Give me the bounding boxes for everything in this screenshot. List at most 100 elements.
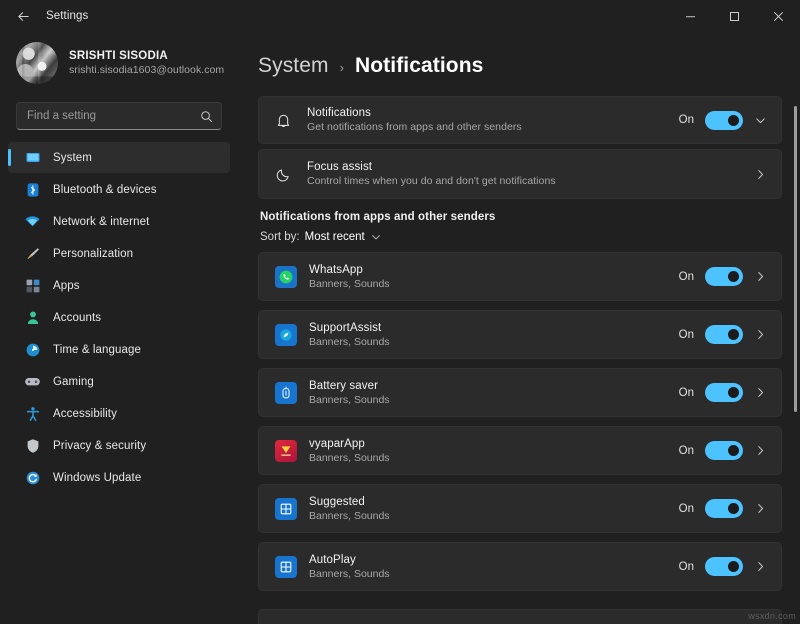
windows-tile-icon	[275, 498, 297, 520]
close-button[interactable]	[756, 0, 800, 32]
shield-icon	[24, 437, 41, 454]
whatsapp-icon	[275, 266, 297, 288]
account-email: srishti.sisodia1603@outlook.com	[69, 64, 224, 76]
list-item[interactable]: Battery saver Banners, Sounds On	[258, 368, 782, 417]
breadcrumb: System › Notifications	[258, 48, 782, 96]
account-text: SRISHTI SISODIA srishti.sisodia1603@outl…	[69, 50, 224, 76]
list-item-text: AutoPlay Banners, Sounds	[297, 554, 679, 580]
app-toggle[interactable]	[705, 383, 743, 402]
sidebar-item-label: Apps	[53, 280, 80, 292]
sidebar-item-apps[interactable]: Apps	[8, 270, 230, 301]
sidebar-item-accounts[interactable]: Accounts	[8, 302, 230, 333]
sidebar-item-label: Network & internet	[53, 216, 149, 228]
app-toggle[interactable]	[705, 557, 743, 576]
watermark: wsxdn.com	[748, 611, 796, 621]
focus-assist-card-text: Focus assist Control times when you do a…	[303, 161, 754, 187]
sidebar-item-bluetooth-devices[interactable]: Bluetooth & devices	[8, 174, 230, 205]
focus-assist-card[interactable]: Focus assist Control times when you do a…	[258, 149, 782, 199]
status-badge: On	[679, 387, 694, 399]
list-item-text: SupportAssist Banners, Sounds	[297, 322, 679, 348]
app-subtitle: Banners, Sounds	[309, 336, 679, 348]
chevron-right-icon[interactable]	[754, 502, 767, 515]
chevron-right-icon[interactable]	[754, 560, 767, 573]
vertical-scrollbar[interactable]	[794, 106, 797, 412]
minimize-button[interactable]	[668, 0, 712, 32]
sidebar: SRISHTI SISODIA srishti.sisodia1603@outl…	[0, 32, 238, 624]
sidebar-item-label: System	[53, 152, 92, 164]
card-subtitle: Get notifications from apps and other se…	[307, 121, 679, 133]
chevron-down-icon[interactable]	[370, 231, 382, 243]
notifications-toggle[interactable]	[705, 111, 743, 130]
list-item[interactable]: WhatsApp Banners, Sounds On	[258, 252, 782, 301]
app-notification-list: WhatsApp Banners, Sounds On	[258, 252, 782, 624]
maximize-icon	[729, 11, 740, 22]
sidebar-item-label: Accessibility	[53, 408, 117, 420]
list-item[interactable]: vyaparApp Banners, Sounds On	[258, 426, 782, 475]
app-name: AutoPlay	[309, 554, 679, 566]
app-subtitle: Banners, Sounds	[309, 278, 679, 290]
chevron-right-icon[interactable]	[754, 444, 767, 457]
chevron-right-icon[interactable]	[754, 328, 767, 341]
app-toggle[interactable]	[705, 325, 743, 344]
back-button[interactable]	[6, 0, 40, 32]
list-item-controls: On	[679, 557, 767, 576]
sidebar-item-label: Time & language	[53, 344, 141, 356]
page-title: Notifications	[355, 54, 483, 78]
sidebar-item-privacy-security[interactable]: Privacy & security	[8, 430, 230, 461]
app-toggle[interactable]	[705, 499, 743, 518]
sidebar-item-system[interactable]: System	[8, 142, 230, 173]
notifications-card[interactable]: Notifications Get notifications from app…	[258, 96, 782, 144]
clock-icon	[24, 341, 41, 358]
list-item-controls: On	[679, 383, 767, 402]
search-icon[interactable]	[200, 110, 213, 123]
list-item[interactable]: Suggested Banners, Sounds On	[258, 484, 782, 533]
account-section[interactable]: SRISHTI SISODIA srishti.sisodia1603@outl…	[0, 32, 238, 98]
chevron-down-icon[interactable]	[754, 114, 767, 127]
maximize-button[interactable]	[712, 0, 756, 32]
close-icon	[773, 11, 784, 22]
status-badge: On	[679, 503, 694, 515]
notifications-card-text: Notifications Get notifications from app…	[303, 107, 679, 133]
notifications-card-controls: On	[679, 111, 767, 130]
sidebar-item-label: Gaming	[53, 376, 94, 388]
windows-tile-icon	[275, 556, 297, 578]
list-item[interactable]: SupportAssist Banners, Sounds On	[258, 310, 782, 359]
chevron-right-icon[interactable]	[754, 168, 767, 181]
status-badge: On	[679, 114, 694, 126]
gamepad-icon	[24, 373, 41, 390]
search-box[interactable]	[16, 102, 222, 130]
app-name: vyaparApp	[309, 438, 679, 450]
list-item-text: vyaparApp Banners, Sounds	[297, 438, 679, 464]
title-bar: Settings	[0, 0, 800, 32]
app-name: Battery saver	[309, 380, 679, 392]
app-toggle[interactable]	[705, 267, 743, 286]
person-icon	[24, 309, 41, 326]
sort-control[interactable]: Sort by: Most recent	[260, 231, 782, 243]
list-item-controls: On	[679, 499, 767, 518]
search-input[interactable]	[27, 110, 194, 122]
sidebar-item-label: Personalization	[53, 248, 133, 260]
list-item-controls: On	[679, 325, 767, 344]
sidebar-item-windows-update[interactable]: Windows Update	[8, 462, 230, 493]
window-controls	[668, 0, 800, 32]
sidebar-item-personalization[interactable]: Personalization	[8, 238, 230, 269]
sidebar-item-accessibility[interactable]: Accessibility	[8, 398, 230, 429]
sidebar-item-label: Accounts	[53, 312, 101, 324]
breadcrumb-parent[interactable]: System	[258, 54, 329, 78]
list-item-partial[interactable]	[258, 609, 782, 624]
vyapar-icon	[275, 440, 297, 462]
sidebar-item-gaming[interactable]: Gaming	[8, 366, 230, 397]
focus-assist-card-controls	[754, 168, 767, 181]
section-title: Notifications from apps and other sender…	[260, 211, 782, 223]
chevron-right-icon[interactable]	[754, 386, 767, 399]
minimize-icon	[685, 11, 696, 22]
breadcrumb-separator-icon: ›	[340, 60, 344, 75]
sidebar-nav: System Bluetooth & devices Network & int…	[0, 142, 238, 494]
chevron-right-icon[interactable]	[754, 270, 767, 283]
list-item[interactable]: AutoPlay Banners, Sounds On	[258, 542, 782, 591]
app-name: WhatsApp	[309, 264, 679, 276]
card-title: Focus assist	[307, 161, 754, 173]
sidebar-item-time-language[interactable]: Time & language	[8, 334, 230, 365]
sidebar-item-network-internet[interactable]: Network & internet	[8, 206, 230, 237]
app-toggle[interactable]	[705, 441, 743, 460]
